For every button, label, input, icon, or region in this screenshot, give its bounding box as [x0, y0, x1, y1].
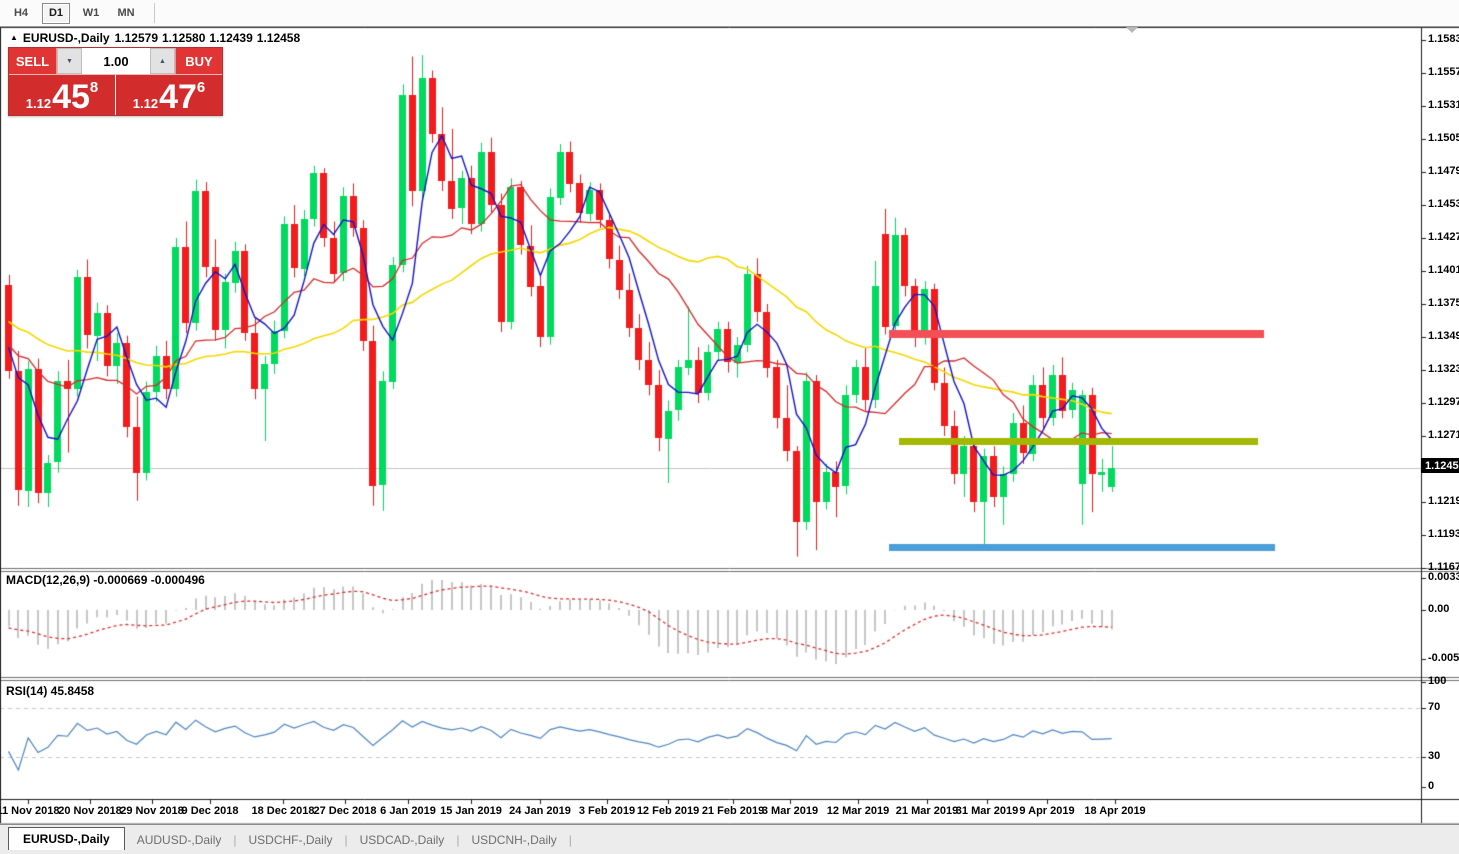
tab-separator: | [569, 833, 572, 847]
timeframe-mn-button[interactable]: MN [112, 3, 140, 24]
tab-usdcnh[interactable]: USDCNH-,Daily [459, 825, 568, 854]
chart-header: ▲ EURUSD-,Daily 1.12579 1.12580 1.12439 1.1… [10, 31, 300, 45]
tab-eurusd[interactable]: EURUSD-,Daily [8, 827, 125, 850]
chart-canvas[interactable] [0, 0, 1459, 854]
macd-header: MACD(12,26,9) -0.000669 -0.000496 [6, 573, 205, 587]
buy-price-big: 47 [159, 84, 197, 112]
ohlc-low: 1.12439 [209, 31, 252, 45]
volume-decrease-button[interactable]: ▼ [57, 48, 82, 74]
collapse-triangle-icon[interactable]: ▲ [10, 33, 18, 42]
timeframe-d1-button[interactable]: D1 [42, 3, 70, 24]
sell-price-big: 45 [52, 84, 90, 112]
one-click-trade-panel: SELL ▼ ▲ BUY 1.12 45 8 1.12 47 6 [8, 47, 223, 116]
volume-increase-button[interactable]: ▲ [150, 48, 175, 74]
current-price-tag: 1.12458 [1421, 458, 1459, 473]
timeframe-h4-button[interactable]: H4 [7, 3, 35, 24]
timeframe-toolbar: H4 D1 W1 MN [0, 0, 1459, 27]
sell-price-prefix: 1.12 [26, 97, 51, 110]
ohlc-open: 1.12579 [115, 31, 158, 45]
trading-terminal: H4 D1 W1 MN 1.158301.155701.153101.15050… [0, 0, 1459, 854]
symbol-tab-bar: EURUSD-,Daily AUDUSD-,Daily | USDCHF-,Da… [0, 824, 1459, 854]
tab-usdcad[interactable]: USDCAD-,Daily [348, 825, 457, 854]
sell-button[interactable]: SELL [9, 48, 57, 74]
toolbar-separator [154, 3, 155, 23]
sell-price-display[interactable]: 1.12 45 8 [9, 75, 116, 115]
tab-audusd[interactable]: AUDUSD-,Daily [125, 825, 234, 854]
ohlc-close: 1.12458 [257, 31, 300, 45]
symbol-period-label: EURUSD-,Daily [23, 31, 110, 45]
buy-price-prefix: 1.12 [133, 97, 158, 110]
scroll-to-end-icon[interactable] [1126, 27, 1138, 33]
sell-price-pip: 8 [90, 80, 98, 95]
timeframe-w1-button[interactable]: W1 [77, 3, 105, 24]
buy-price-pip: 6 [197, 80, 205, 95]
buy-button[interactable]: BUY [175, 48, 222, 74]
buy-price-display[interactable]: 1.12 47 6 [116, 75, 222, 115]
ohlc-high: 1.12580 [162, 31, 205, 45]
tab-usdchf[interactable]: USDCHF-,Daily [237, 825, 345, 854]
volume-input[interactable] [82, 48, 150, 74]
rsi-header: RSI(14) 45.8458 [6, 684, 94, 698]
